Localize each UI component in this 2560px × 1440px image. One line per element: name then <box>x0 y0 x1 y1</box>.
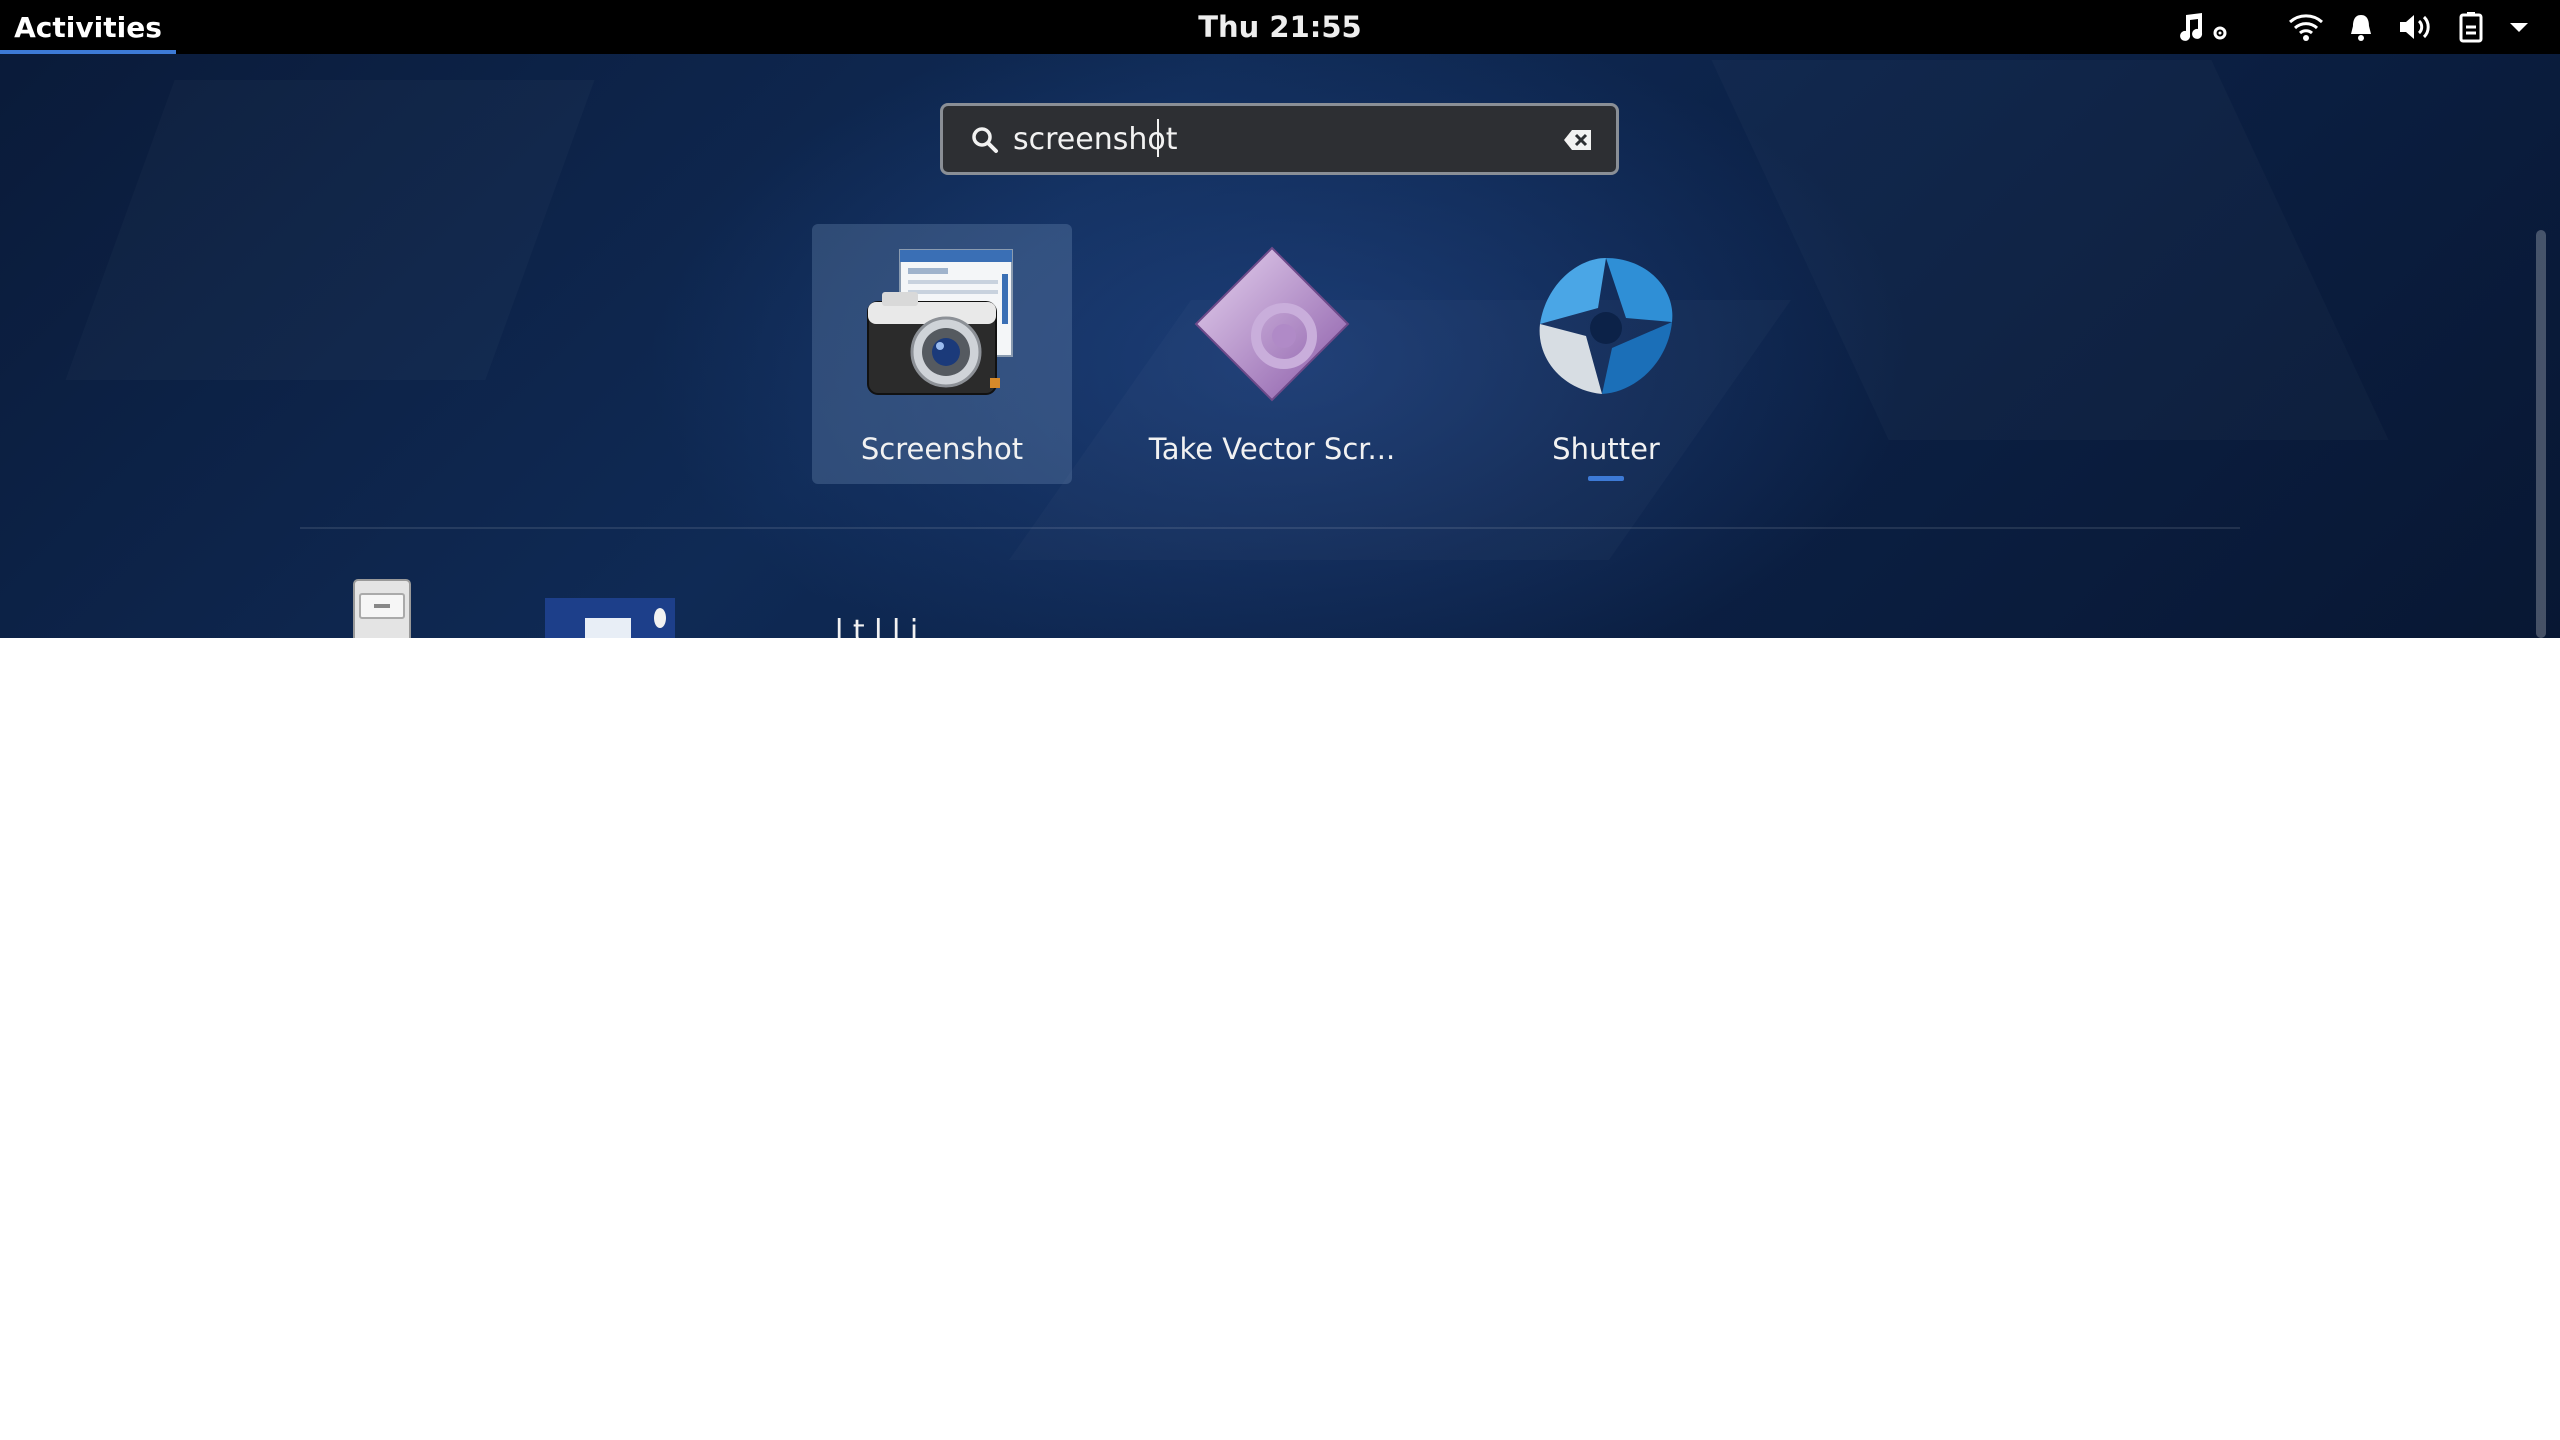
camera-screenshot-icon <box>862 244 1022 404</box>
scrollbar[interactable] <box>2536 230 2546 638</box>
battery-icon[interactable] <box>2456 11 2486 43</box>
result-screenshot[interactable]: Screenshot <box>812 224 1072 484</box>
result-take-vector-screenshot[interactable]: Take Vector Scr... <box>1142 224 1402 484</box>
result-label: Shutter <box>1552 432 1660 466</box>
chevron-down-icon[interactable] <box>2504 11 2534 43</box>
clock[interactable]: Thu 21:55 <box>1180 0 1380 54</box>
search-entry[interactable] <box>940 103 1619 175</box>
text-caret <box>1157 119 1159 157</box>
wallpaper-thumbnail-icon[interactable] <box>545 598 675 638</box>
shutter-aperture-icon <box>1526 244 1686 404</box>
activities-indicator <box>0 50 176 54</box>
wifi-icon[interactable] <box>2286 11 2326 43</box>
search-icon <box>972 127 998 153</box>
notification-bell-icon[interactable] <box>2346 11 2376 43</box>
file-cabinet-icon[interactable] <box>350 576 414 638</box>
music-settings-icon[interactable] <box>2176 11 2232 43</box>
running-indicator <box>1588 476 1624 481</box>
result-label: Screenshot <box>860 432 1024 466</box>
top-bar: Activities Thu 21:55 <box>0 0 2560 54</box>
partial-result-label: l t l l i <box>835 614 919 638</box>
clear-text-icon[interactable] <box>1563 128 1593 152</box>
vector-screenshot-icon <box>1192 244 1352 404</box>
section-separator <box>300 527 2240 529</box>
overview-screen: Activities Thu 21:55 screenshot Screensh… <box>0 0 2560 638</box>
result-label: Take Vector Scr... <box>1148 432 1396 466</box>
activities-button[interactable]: Activities <box>0 0 176 54</box>
result-shutter[interactable]: Shutter <box>1476 224 1736 484</box>
volume-icon[interactable] <box>2396 11 2436 43</box>
search-input[interactable] <box>1013 116 1533 162</box>
